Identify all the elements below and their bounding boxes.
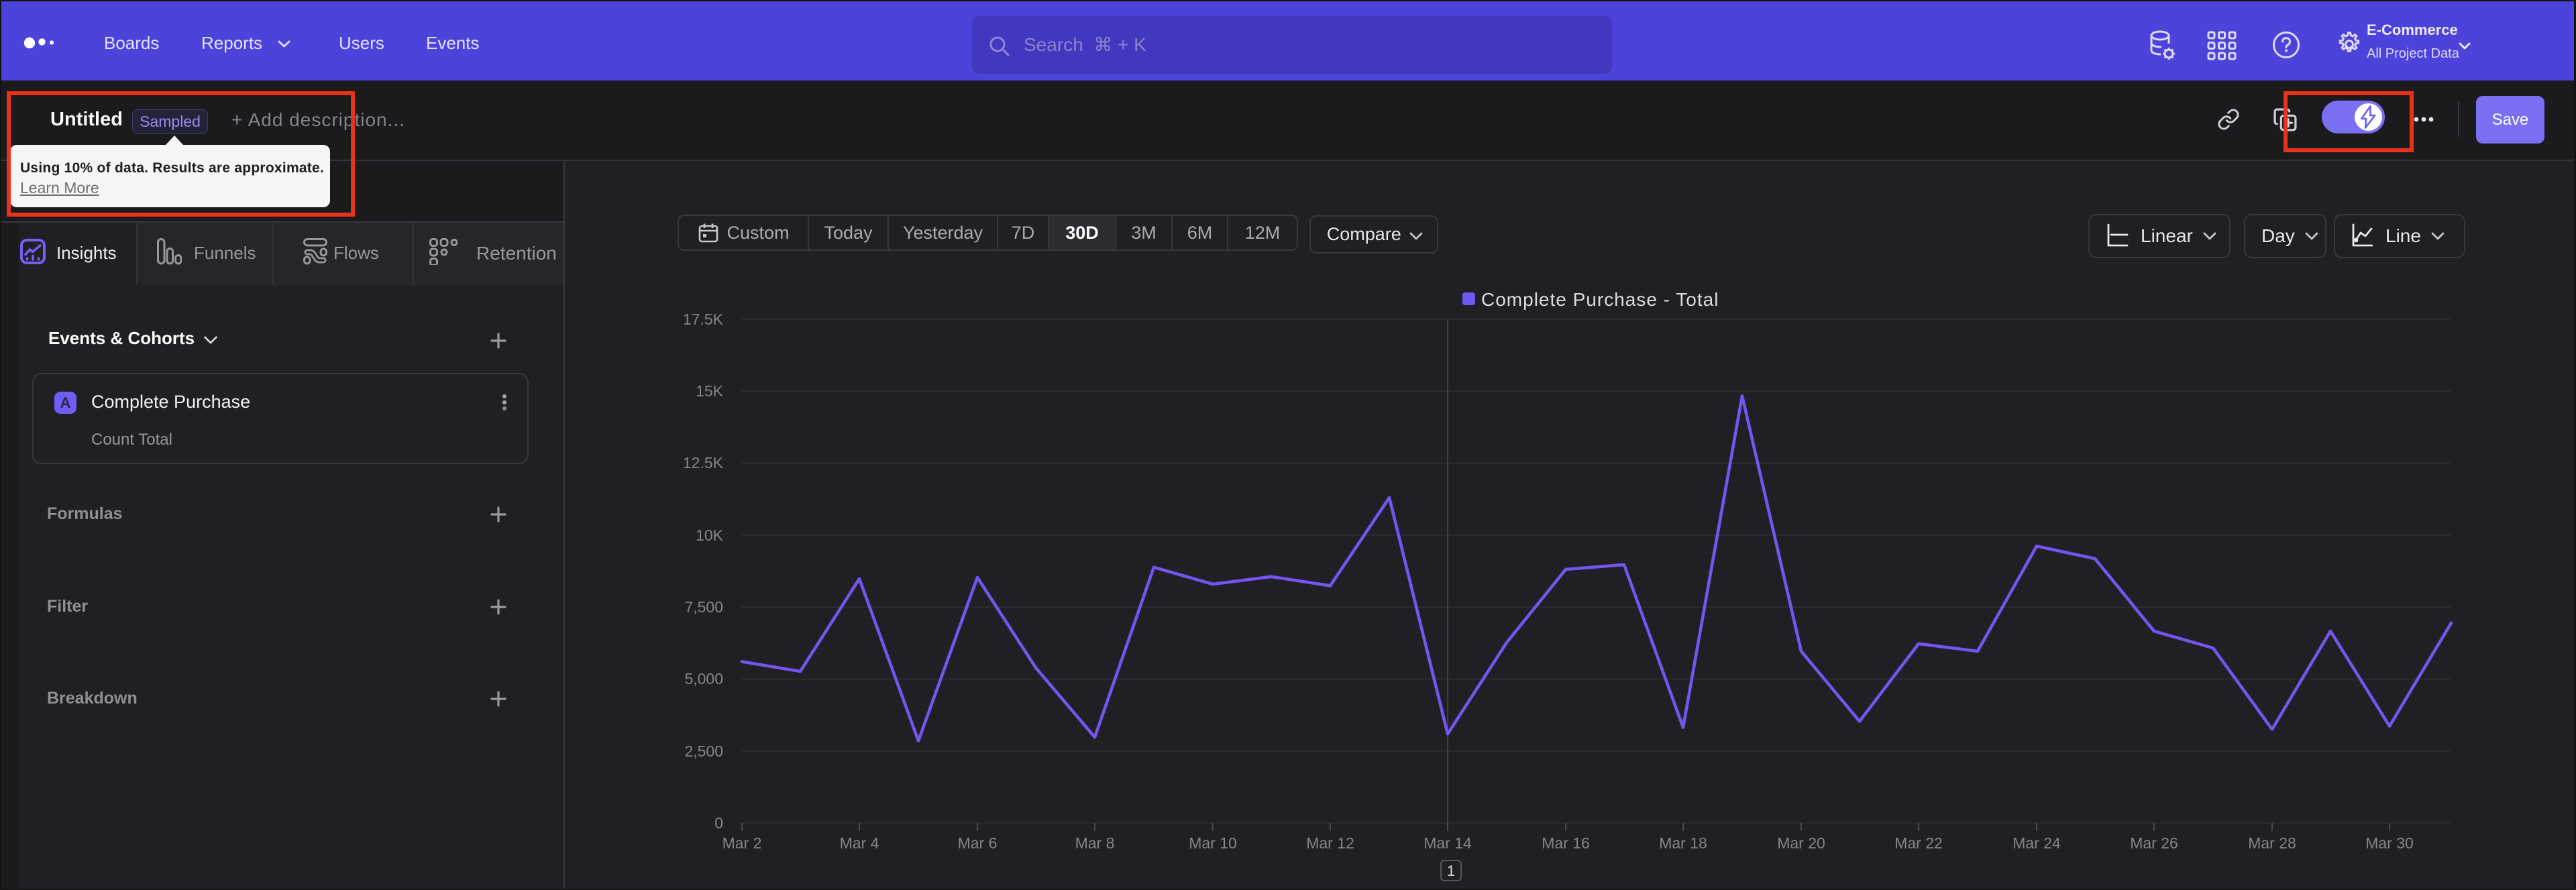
svg-text:Mar 14: Mar 14: [1424, 834, 1472, 852]
svg-text:Mar 26: Mar 26: [2130, 834, 2178, 852]
svg-text:2,500: 2,500: [684, 742, 723, 760]
svg-text:Mar 24: Mar 24: [2012, 834, 2061, 852]
svg-text:Mar 20: Mar 20: [1777, 834, 1825, 852]
svg-text:Mar 4: Mar 4: [840, 834, 879, 852]
svg-text:15K: 15K: [696, 382, 724, 400]
svg-text:Mar 6: Mar 6: [958, 834, 998, 852]
svg-text:Mar 10: Mar 10: [1189, 834, 1237, 852]
svg-text:5,000: 5,000: [684, 670, 723, 687]
svg-text:Mar 12: Mar 12: [1306, 834, 1354, 852]
svg-text:10K: 10K: [696, 526, 724, 544]
svg-text:Mar 22: Mar 22: [1894, 834, 1943, 852]
svg-text:Mar 2: Mar 2: [722, 834, 762, 852]
svg-text:Mar 16: Mar 16: [1542, 834, 1590, 852]
svg-text:Mar 18: Mar 18: [1659, 834, 1707, 852]
svg-text:Mar 8: Mar 8: [1075, 834, 1115, 852]
svg-text:Complete Purchase - Total: Complete Purchase - Total: [1481, 289, 1719, 310]
svg-text:Mar 28: Mar 28: [2248, 834, 2296, 852]
svg-text:Mar 30: Mar 30: [2365, 834, 2414, 852]
svg-text:17.5K: 17.5K: [683, 311, 724, 328]
svg-text:12.5K: 12.5K: [683, 454, 724, 471]
svg-text:7,500: 7,500: [684, 598, 723, 616]
svg-text:0: 0: [714, 814, 723, 832]
